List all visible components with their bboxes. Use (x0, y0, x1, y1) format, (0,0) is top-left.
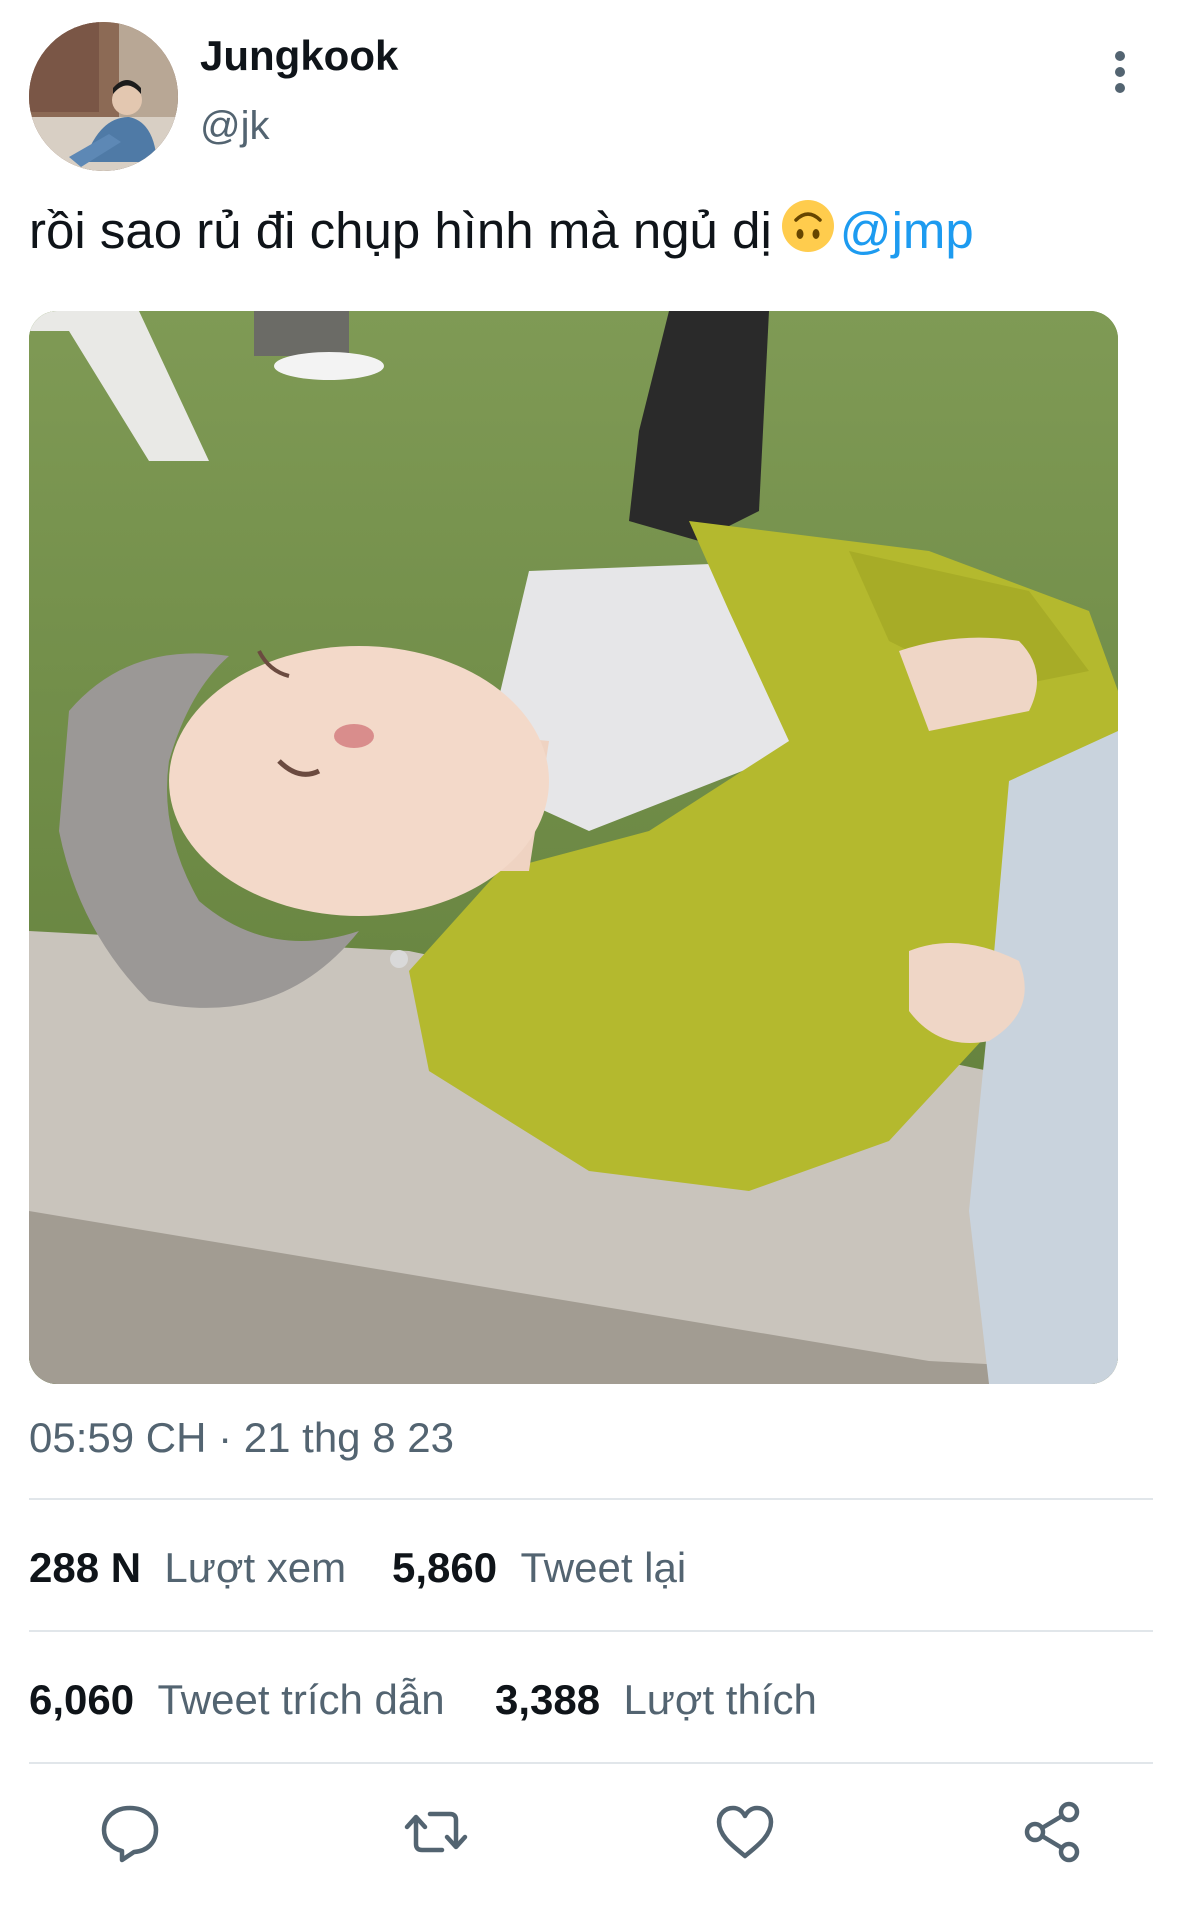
display-name[interactable]: Jungkook (200, 32, 398, 80)
divider (29, 1498, 1153, 1500)
avatar[interactable] (29, 22, 178, 171)
views-count: 288 N (29, 1544, 142, 1591)
mention-link[interactable]: @jmp (840, 202, 974, 259)
likes-label: Lượt thích (623, 1676, 817, 1723)
views-stat: 288 N Lượt xem (29, 1544, 346, 1592)
tweet-timestamp[interactable]: 05:59 CH · 21 thg 8 23 (29, 1414, 454, 1462)
tweet-text: rồi sao rủ đi chụp hình mà ngủ dị @jmp (29, 198, 974, 260)
divider (29, 1762, 1153, 1764)
reply-icon[interactable] (98, 1800, 162, 1864)
share-icon[interactable] (1021, 1800, 1085, 1864)
tweet-body: rồi sao rủ đi chụp hình mà ngủ dị (29, 202, 772, 259)
tweet-photo[interactable] (29, 311, 1118, 1384)
retweets-stat[interactable]: 5,860 Tweet lại (392, 1544, 686, 1592)
photo-illustration (29, 311, 1118, 1384)
like-icon[interactable] (713, 1800, 777, 1864)
divider (29, 1630, 1153, 1632)
more-vertical-icon[interactable] (1105, 48, 1135, 98)
views-label: Lượt xem (164, 1544, 347, 1591)
handle[interactable]: @jk (200, 104, 270, 149)
likes-count: 3,388 (495, 1676, 601, 1723)
likes-stat[interactable]: 3,388 Lượt thích (495, 1676, 817, 1724)
quotes-stat[interactable]: 6,060 Tweet trích dẫn (29, 1676, 445, 1724)
quotes-count: 6,060 (29, 1676, 135, 1723)
quotes-label: Tweet trích dẫn (157, 1676, 445, 1723)
retweet-icon[interactable] (404, 1800, 468, 1864)
upside-down-face-emoji-icon (780, 198, 836, 254)
retweets-label: Tweet lại (520, 1544, 687, 1591)
retweets-count: 5,860 (392, 1544, 498, 1591)
avatar-photo (29, 22, 178, 171)
